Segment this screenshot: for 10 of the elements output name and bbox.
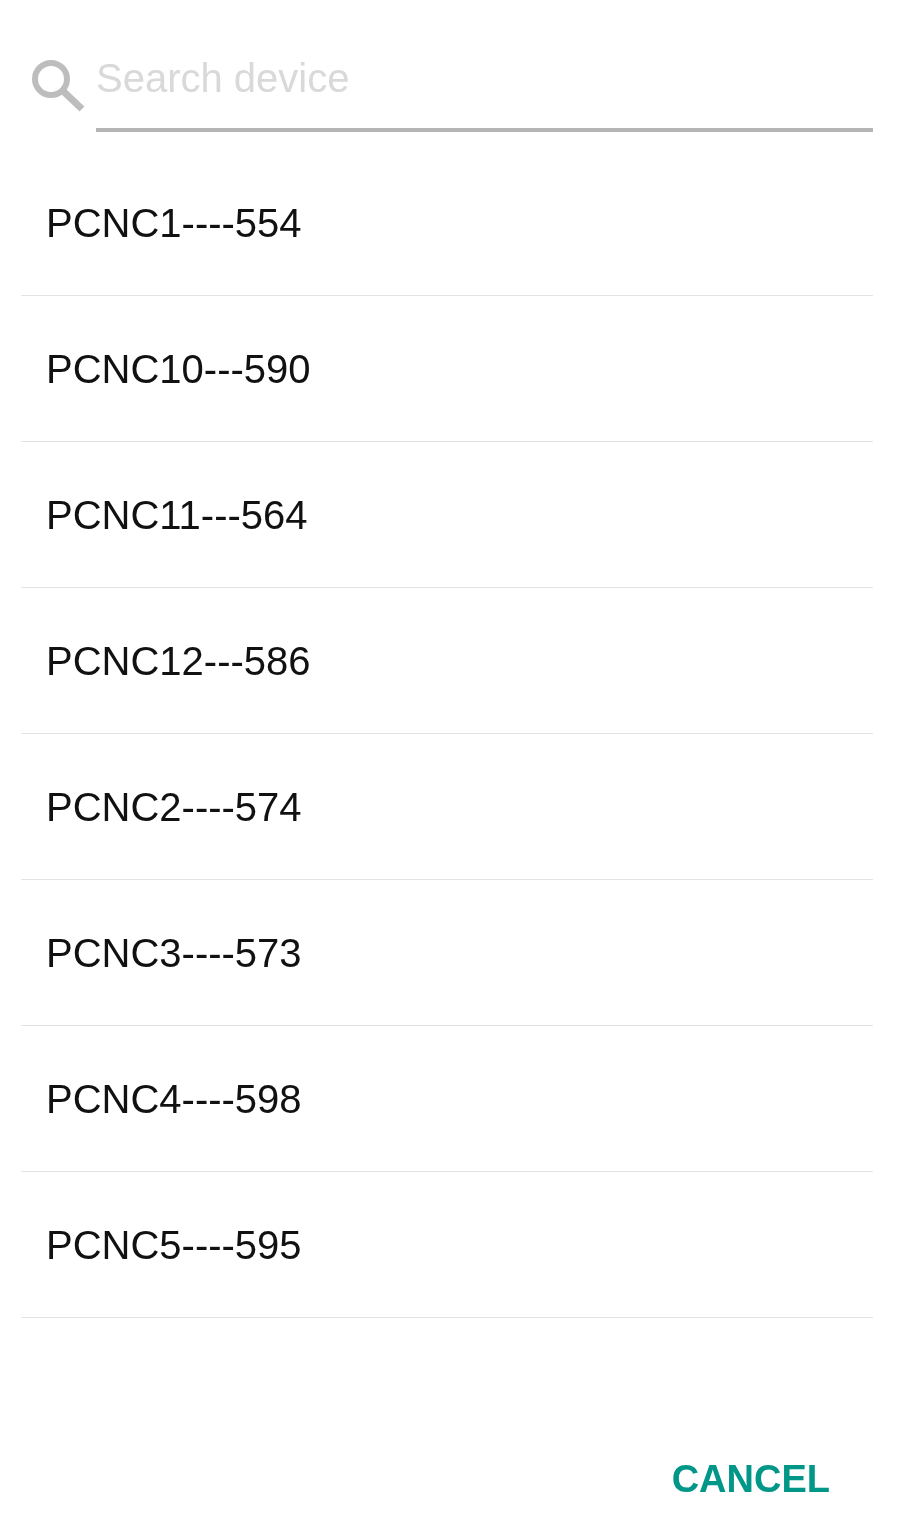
- search-icon: [30, 58, 85, 112]
- device-list-item[interactable]: PCNC11---564: [21, 442, 873, 588]
- device-list-item[interactable]: PCNC1----554: [21, 150, 873, 296]
- device-list-item[interactable]: PCNC2----574: [21, 734, 873, 880]
- device-list-item[interactable]: PCNC10---590: [21, 296, 873, 442]
- device-list-item[interactable]: PCNC5----595: [21, 1172, 873, 1318]
- device-list-item[interactable]: PCNC4----598: [21, 1026, 873, 1172]
- device-list-item[interactable]: PCNC12---586: [21, 588, 873, 734]
- cancel-button[interactable]: CANCEL: [655, 1443, 846, 1515]
- device-list-item[interactable]: PCNC3----573: [21, 880, 873, 1026]
